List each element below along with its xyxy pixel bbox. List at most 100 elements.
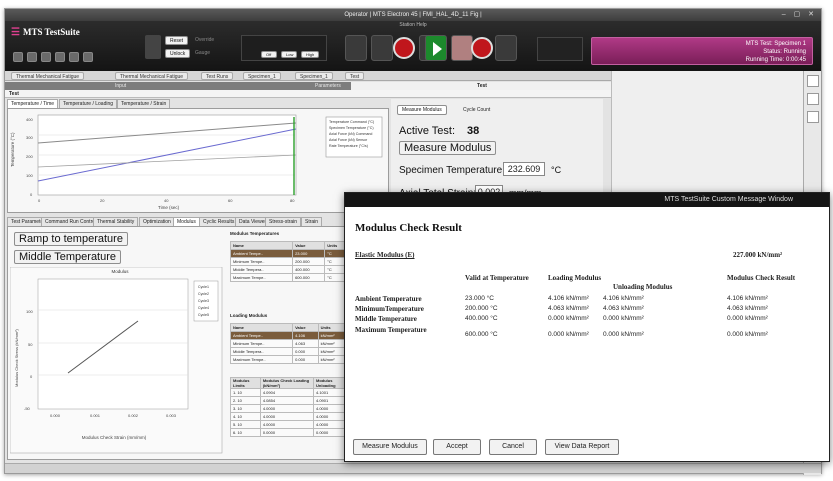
row-name-minimum: MinimumTemperature xyxy=(355,305,424,313)
tab-temp-strain[interactable]: Temperature / Strain xyxy=(117,99,171,108)
unlock-button[interactable]: Unlock xyxy=(165,49,191,58)
col-valid-temp: Valid at Temperature xyxy=(465,274,529,282)
menu-bar[interactable]: Station Help xyxy=(5,23,821,28)
row-name-middle: Middle Temperature xyxy=(355,315,417,323)
section-parameters[interactable]: Parameters xyxy=(315,82,341,90)
tab-modulus[interactable]: Modulus xyxy=(173,217,200,226)
table-row[interactable]: 5. 10 4.0000 4.0000 xyxy=(230,420,350,429)
crumb-5[interactable]: Test xyxy=(345,72,365,80)
override-label: Override xyxy=(195,37,215,43)
table-row[interactable]: Middle Tempera.. 0.000 kN/mm² xyxy=(229,347,351,356)
table-cell: 4.106 xyxy=(292,331,319,340)
hold-button[interactable] xyxy=(451,35,473,61)
table-row[interactable]: 6. 10 0.0000 0.0000 xyxy=(230,428,350,437)
hcp-off-button[interactable]: Off xyxy=(261,51,277,58)
table-row[interactable]: Ambient Tempe.. 4.106 kN/mm² xyxy=(229,331,351,340)
hcp-high-button[interactable]: High xyxy=(301,51,319,58)
tab-cycle-count[interactable]: Cycle Count xyxy=(463,107,490,113)
toolbar: Station Help ☰ MTS TestSuite Reset Overri… xyxy=(5,21,821,71)
reset-run-button[interactable] xyxy=(495,35,517,61)
table-cell: Ambient Tempe.. xyxy=(229,331,294,340)
pin-icon[interactable] xyxy=(807,75,819,87)
elastic-modulus-value: 227.000 kN/mm² xyxy=(733,251,783,259)
expand-icon[interactable] xyxy=(807,93,819,105)
tab-optimization[interactable]: Optimization xyxy=(139,217,175,226)
table-row[interactable]: 4. 10 4.0000 4.0000 xyxy=(230,412,350,421)
view-data-report-button[interactable]: View Data Report xyxy=(545,439,619,455)
monitor-button[interactable] xyxy=(371,35,393,61)
menu-icon[interactable]: ☰ xyxy=(11,27,20,38)
crumb-2[interactable]: Test Runs xyxy=(201,72,234,80)
temp-xtick-3: 60 xyxy=(228,198,233,203)
tab-measure-modulus[interactable]: Measure Modulus xyxy=(397,105,447,115)
section-test[interactable]: Test xyxy=(351,82,613,90)
table-row[interactable]: 1. 10 4.0904 4.1001 xyxy=(230,388,350,397)
temp-legend-3: Axial Force (kN) Sensor xyxy=(329,138,368,142)
section-input[interactable]: Input xyxy=(115,82,126,90)
table-row[interactable]: Minimum Tempe.. 4.063 kN/mm² xyxy=(229,339,351,348)
table-row[interactable]: Ambient Tempe.. 23.000 °C xyxy=(229,249,350,258)
row-loading-middle: 0.000 kN/mm² xyxy=(548,315,589,322)
test-status-line1: MTS Test: Specimen 1 xyxy=(745,41,806,47)
table-cell: 4.0000 xyxy=(259,420,315,429)
hcp-low-button[interactable]: Low xyxy=(281,51,297,58)
table-row[interactable]: Middle Tempera.. 400.000 °C xyxy=(229,265,350,274)
stop-icon[interactable] xyxy=(471,37,493,59)
table-header-row: Name Value Units xyxy=(229,323,351,332)
new-icon[interactable] xyxy=(13,52,23,62)
print-icon[interactable] xyxy=(55,52,65,62)
measure-modulus-button[interactable]: Measure Modulus xyxy=(399,141,497,155)
row-unloading-ambient: 4.106 kN/mm² xyxy=(603,295,644,302)
table-cell: 1. 10 xyxy=(230,388,261,397)
table-cell: 600.000 xyxy=(292,273,326,282)
interlock-icon[interactable] xyxy=(393,37,415,59)
tab-thermal-stability[interactable]: Thermal Stability xyxy=(93,217,139,226)
modulus-chart-title: Modulus xyxy=(111,269,129,274)
crumb-1[interactable]: Thermal Mechanical Fatigue xyxy=(115,72,189,80)
settings-icon[interactable] xyxy=(69,52,79,62)
spec-temp-label: Specimen Temperature: xyxy=(399,165,505,176)
temp-xtick-0: 0 xyxy=(38,198,41,203)
table-row[interactable]: Minimum Tempe.. 200.000 °C xyxy=(229,257,350,266)
crumb-4[interactable]: Specimen_1 xyxy=(295,72,333,80)
crumb-0[interactable]: Thermal Mechanical Fatigue xyxy=(11,72,85,80)
accept-button[interactable]: Accept xyxy=(433,439,481,455)
table-row[interactable]: 2. 10 4.0854 4.0901 xyxy=(230,396,350,405)
save-icon[interactable] xyxy=(41,52,51,62)
modulus-ytick-0: 100 xyxy=(26,309,33,314)
app-brand: ☰ MTS TestSuite xyxy=(11,27,80,38)
table-row[interactable]: Maximum Tempe.. 0.000 kN/mm² xyxy=(229,355,351,364)
run-play-icon[interactable] xyxy=(425,35,447,61)
table-cell: Middle Tempera.. xyxy=(229,347,294,356)
row-temp-ambient: 23.000 °C xyxy=(465,295,494,302)
measure-modulus-dialog-button[interactable]: Measure Modulus xyxy=(353,439,427,455)
open-icon[interactable] xyxy=(27,52,37,62)
temp-ytick-2: 200 xyxy=(26,154,33,159)
ramp-to-temperature-button[interactable]: Ramp to temperature xyxy=(14,232,128,246)
table-row[interactable]: Maximum Tempe.. 600.000 °C xyxy=(229,273,350,282)
table-cell: Minimum Tempe.. xyxy=(229,257,294,266)
table-cell: Middle Tempera.. xyxy=(229,265,294,274)
tune-button[interactable] xyxy=(345,35,367,61)
tab-cyclic-results[interactable]: Cyclic Results xyxy=(199,217,239,226)
table-cell: 5. 10 xyxy=(230,420,261,429)
tab-temp-time[interactable]: Temperature / Time xyxy=(7,99,59,108)
reset-button[interactable]: Reset xyxy=(165,36,189,45)
temps-table-title: Modulus Temperatures xyxy=(230,231,280,236)
tab-stress-strain[interactable]: Stress-strain xyxy=(265,217,302,226)
crumb-3[interactable]: Specimen_1 xyxy=(243,72,281,80)
table-cell: 3. 10 xyxy=(230,404,261,413)
dialog-heading: Modulus Check Result xyxy=(355,222,462,234)
tab-temp-loading[interactable]: Temperature / Loading xyxy=(59,99,118,108)
collapse-icon[interactable] xyxy=(807,111,819,123)
table-row[interactable]: 3. 10 4.0000 4.0000 xyxy=(230,404,350,413)
row-loading-minimum: 4.063 kN/mm² xyxy=(548,305,589,312)
help-icon[interactable] xyxy=(83,52,93,62)
tab-strain[interactable]: Strain xyxy=(301,217,323,226)
middle-temperature-button[interactable]: Middle Temperature xyxy=(14,250,122,264)
window-controls[interactable]: – ▢ ✕ xyxy=(782,9,817,21)
cancel-button[interactable]: Cancel xyxy=(489,439,537,455)
modulus-xtick-1: 0.001 xyxy=(90,413,101,418)
modulus-ytick-3: -50 xyxy=(24,406,31,411)
row-result-ambient: 4.106 kN/mm² xyxy=(727,295,768,302)
